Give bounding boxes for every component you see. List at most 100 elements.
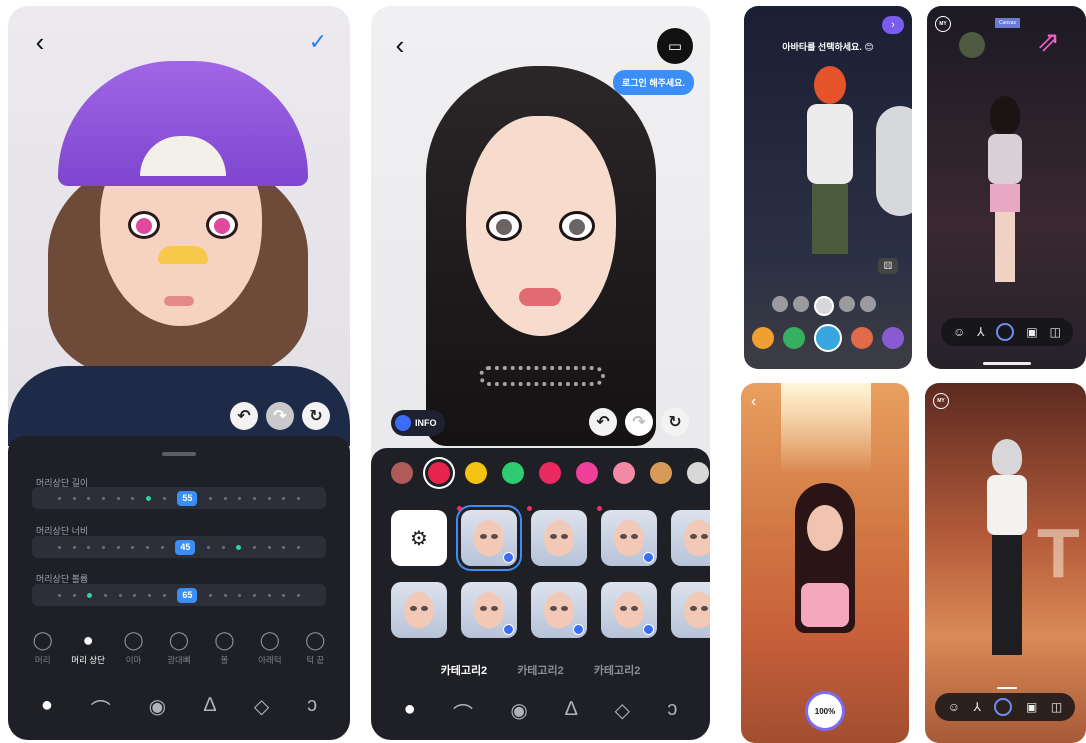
light-beam <box>781 383 871 473</box>
color-swatch[interactable] <box>576 462 598 484</box>
feature-tabs: ● ⌒ ◉ ∆ ◇ ↄ <box>8 694 350 723</box>
eyebrow-icon[interactable]: ⌒ <box>453 698 473 727</box>
category-tabs: 카테고리2 카테고리2 카테고리2 <box>371 662 710 678</box>
forehead-icon: ◯ <box>123 630 144 650</box>
slider-volume[interactable]: 65 <box>32 584 326 606</box>
new-dot <box>597 506 602 511</box>
info-button[interactable]: INFO <box>391 410 445 436</box>
emote-icon[interactable]: ☺ <box>953 325 965 339</box>
preset-face-selected[interactable] <box>457 506 517 566</box>
nose-icon[interactable]: ∆ <box>204 694 216 723</box>
color-swatches <box>391 462 709 484</box>
tab-category[interactable]: 카테고리2 <box>517 662 564 678</box>
preset-face[interactable] <box>391 582 447 638</box>
adjust-sheet: 머리상단 길이 55 머리상단 너비 45 머리상단 볼륨 65 ◯ 머리 ● 머리… <box>8 436 350 740</box>
color-swatch[interactable] <box>465 462 487 484</box>
slider-thumb-width[interactable]: 45 <box>175 539 196 555</box>
room-screen: MY Canvas ⇗ ☺ ⅄ ▣ ◫ <box>927 6 1086 369</box>
preset-row-2 <box>391 582 710 638</box>
category-chin[interactable]: ◯ 턱 끝 <box>293 630 337 666</box>
jaw-icon: ◯ <box>259 630 280 650</box>
eyebrow-icon[interactable]: ⌒ <box>91 694 111 723</box>
color-swatch[interactable] <box>391 462 413 484</box>
capture-ring-icon[interactable] <box>996 323 1015 341</box>
pose-icon[interactable]: ⅄ <box>974 700 981 714</box>
avatar-option-selected[interactable] <box>814 296 834 316</box>
avatar-character <box>785 483 865 683</box>
face-thumbnail <box>474 592 504 628</box>
drag-handle[interactable] <box>162 452 196 456</box>
world-option[interactable] <box>882 327 904 349</box>
category-jaw[interactable]: ◯ 아래턱 <box>248 630 292 666</box>
nft-badge-icon <box>643 624 654 635</box>
my-icon[interactable]: MY <box>935 16 951 32</box>
category-cheek[interactable]: ◯ 볼 <box>202 630 246 666</box>
world-option[interactable] <box>851 327 873 349</box>
avatar-option[interactable] <box>839 296 855 312</box>
category-head[interactable]: ◯ 머리 <box>21 630 65 666</box>
wall-badge <box>959 32 985 58</box>
color-swatch[interactable] <box>502 462 524 484</box>
preset-face[interactable] <box>671 582 710 638</box>
color-swatch[interactable] <box>539 462 561 484</box>
tab-category[interactable]: 카테고리2 <box>594 662 641 678</box>
color-swatch[interactable] <box>687 462 709 484</box>
reset-icon[interactable]: ↻ <box>661 408 689 436</box>
preset-face[interactable] <box>601 582 657 638</box>
world-option-selected[interactable] <box>814 324 842 352</box>
redo-icon[interactable]: ↷ <box>266 402 294 430</box>
color-swatch[interactable] <box>650 462 672 484</box>
dice-icon[interactable]: ⚄ <box>878 258 898 274</box>
next-icon[interactable]: › <box>882 16 904 34</box>
avatar-select-screen: 아바타를 선택하세요. 😊 › ⚄ <box>744 6 912 369</box>
split-view-icon[interactable]: ◫ <box>1050 325 1061 339</box>
slider-thumb-length[interactable]: 55 <box>177 490 198 506</box>
preset-face[interactable] <box>527 506 587 566</box>
face-thumbnail <box>474 520 504 556</box>
loading-screen: ‹ 100% <box>741 383 909 743</box>
category-forehead[interactable]: ◯ 이마 <box>112 630 156 666</box>
lips-icon[interactable]: ◇ <box>615 698 630 727</box>
capture-ring-icon[interactable] <box>994 698 1013 716</box>
home-indicator <box>983 362 1031 365</box>
grid-icon[interactable]: ▣ <box>1026 325 1037 339</box>
filter-button[interactable]: ⚙ <box>391 510 447 566</box>
preset-face[interactable] <box>461 582 517 638</box>
undo-icon[interactable]: ↶ <box>589 408 617 436</box>
back-icon[interactable]: ‹ <box>751 393 756 411</box>
ear-icon[interactable]: ↄ <box>667 698 677 727</box>
reset-icon[interactable]: ↻ <box>302 402 330 430</box>
eye-icon[interactable]: ◉ <box>149 694 166 723</box>
my-icon[interactable]: MY <box>933 393 949 409</box>
undo-icon[interactable]: ↶ <box>230 402 258 430</box>
redo-icon[interactable]: ↷ <box>625 408 653 436</box>
color-swatch[interactable] <box>613 462 635 484</box>
preset-face[interactable] <box>671 510 710 566</box>
tab-category-active[interactable]: 카테고리2 <box>441 662 488 678</box>
category-cheekbone[interactable]: ◯ 광대뼈 <box>157 630 201 666</box>
ear-icon[interactable]: ↄ <box>307 694 317 723</box>
category-head-top[interactable]: ● 머리 상단 <box>66 630 110 666</box>
preset-face[interactable] <box>531 582 587 638</box>
color-swatch-selected[interactable] <box>428 462 450 484</box>
world-option[interactable] <box>783 327 805 349</box>
preset-face[interactable] <box>597 506 657 566</box>
lips-icon[interactable]: ◇ <box>254 694 269 723</box>
grid-icon[interactable]: ▣ <box>1026 700 1037 714</box>
slider-thumb-volume[interactable]: 65 <box>177 587 198 603</box>
slider-length[interactable]: 55 <box>32 487 326 509</box>
world-option[interactable] <box>752 327 774 349</box>
slider-width[interactable]: 45 <box>32 536 326 558</box>
face-icon[interactable]: ● <box>404 698 416 727</box>
face-icon[interactable]: ● <box>41 694 53 723</box>
avatar-option[interactable] <box>793 296 809 312</box>
avatar-option[interactable] <box>860 296 876 312</box>
avatar-option[interactable] <box>772 296 788 312</box>
nose-icon[interactable]: ∆ <box>565 698 577 727</box>
emote-icon[interactable]: ☺ <box>948 700 960 714</box>
avatar-character <box>983 96 1027 306</box>
split-view-icon[interactable]: ◫ <box>1051 700 1062 714</box>
face-thumbnail <box>544 520 574 556</box>
pose-icon[interactable]: ⅄ <box>977 325 984 339</box>
eye-icon[interactable]: ◉ <box>510 698 527 727</box>
